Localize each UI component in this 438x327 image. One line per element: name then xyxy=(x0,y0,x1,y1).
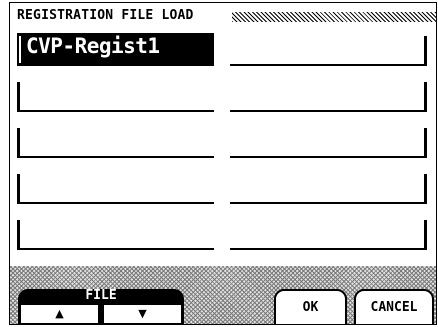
file-up-button[interactable]: ▲ xyxy=(20,304,99,324)
file-slot-1[interactable]: CVP-Regist1 xyxy=(17,33,214,66)
slot-bracket-right xyxy=(424,82,427,112)
slot-underline xyxy=(230,110,427,112)
file-slot-6[interactable] xyxy=(230,125,427,158)
slot-underline xyxy=(230,202,427,204)
page-title: REGISTRATION FILE LOAD xyxy=(17,8,194,23)
file-slot-10[interactable] xyxy=(230,217,427,250)
arrow-up-icon: ▲ xyxy=(55,307,64,320)
file-selector-label: FILE xyxy=(85,288,117,303)
file-slot-9[interactable] xyxy=(17,217,214,250)
ok-button[interactable]: OK xyxy=(274,289,347,324)
slot-underline xyxy=(230,64,427,66)
file-down-button[interactable]: ▼ xyxy=(103,304,182,324)
slot-bracket-left xyxy=(17,174,20,204)
file-slot-8[interactable] xyxy=(230,171,427,204)
slot-bracket-right xyxy=(424,128,427,158)
file-selector: FILE ▲ ▼ xyxy=(18,288,184,324)
slot-underline xyxy=(17,110,214,112)
file-slot-4[interactable] xyxy=(230,79,427,112)
slot-underline xyxy=(230,156,427,158)
slot-underline xyxy=(17,248,214,250)
slot-bracket-right xyxy=(424,220,427,250)
file-slot-7[interactable] xyxy=(17,171,214,204)
title-hatch-decoration xyxy=(232,12,436,22)
arrow-down-icon: ▼ xyxy=(138,307,147,320)
slot-underline xyxy=(17,156,214,158)
lcd-display: REGISTRATION FILE LOAD CVP-Regist1 FILE … xyxy=(9,2,437,325)
text-cursor xyxy=(19,36,21,63)
file-slot-label: CVP-Regist1 xyxy=(26,34,160,58)
slot-bracket-left xyxy=(17,220,20,250)
file-slot-grid: CVP-Regist1 xyxy=(10,29,436,262)
slot-bracket-left xyxy=(17,128,20,158)
title-bar: REGISTRATION FILE LOAD xyxy=(10,3,436,29)
slot-underline xyxy=(17,202,214,204)
slot-bracket-right xyxy=(424,36,427,66)
file-slot-5[interactable] xyxy=(17,125,214,158)
slot-underline xyxy=(230,248,427,250)
file-slot-3[interactable] xyxy=(17,79,214,112)
slot-bracket-left xyxy=(17,82,20,112)
slot-bracket-right xyxy=(424,174,427,204)
file-slot-2[interactable] xyxy=(230,33,427,66)
cancel-button[interactable]: CANCEL xyxy=(354,289,434,324)
